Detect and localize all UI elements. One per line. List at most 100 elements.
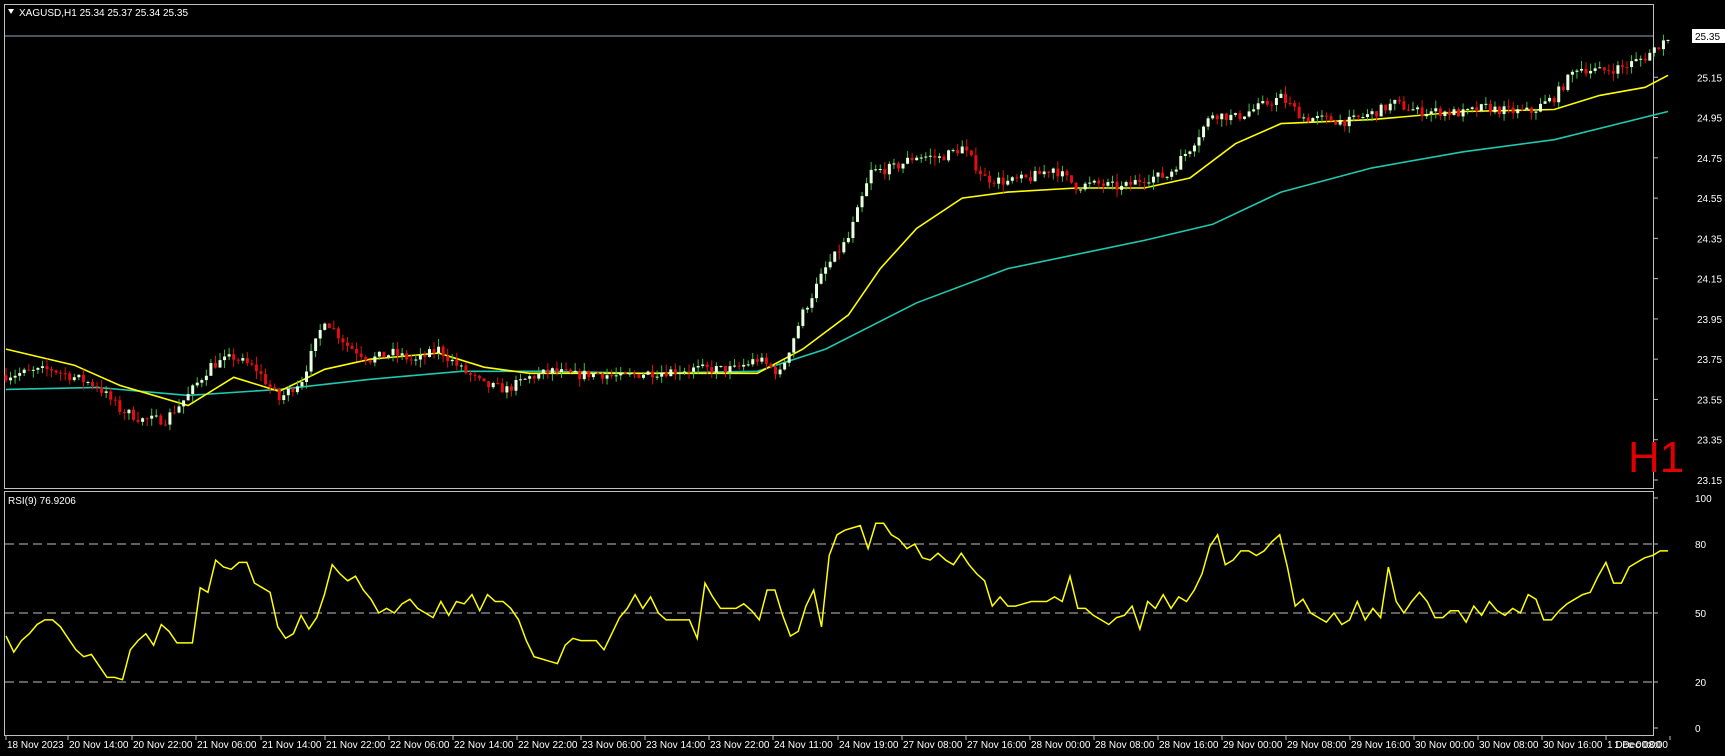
candle-body	[1561, 86, 1565, 91]
candle-body	[1634, 59, 1638, 62]
candle-body	[1161, 172, 1165, 178]
candle-body	[91, 381, 95, 386]
candle-body	[1502, 106, 1506, 115]
candle-body	[1375, 111, 1379, 117]
candle-body	[209, 363, 213, 376]
candle-body	[805, 307, 809, 310]
candle-body	[136, 419, 140, 422]
candle-body	[1520, 109, 1524, 111]
candle-body	[1498, 106, 1502, 115]
time-tick-label: 22 Nov 22:00	[518, 740, 578, 751]
candle-body	[113, 399, 117, 401]
candle-body	[951, 150, 955, 152]
rsi-tick-label: 100	[1695, 494, 1712, 505]
candle-body	[1070, 175, 1074, 183]
candle-body	[286, 388, 290, 396]
candle-body	[1315, 116, 1319, 119]
candle-body	[655, 376, 659, 378]
candle-body	[1347, 116, 1351, 127]
candle-body	[1602, 67, 1606, 71]
time-tick-label: 28 Nov 00:00	[1031, 740, 1091, 751]
candle-body	[869, 169, 873, 184]
candle-body	[122, 412, 126, 414]
candle-body	[172, 412, 176, 414]
candle-body	[1488, 103, 1492, 113]
candle-body	[983, 174, 987, 176]
candle-body	[168, 412, 172, 425]
candle-body	[314, 338, 318, 351]
time-tick-label: 22 Nov 14:00	[454, 740, 514, 751]
candle-body	[1101, 183, 1105, 186]
candle-body	[478, 375, 482, 379]
time-tick-label: 30 Nov 00:00	[1415, 740, 1475, 751]
candle-body	[1261, 101, 1265, 104]
symbol-header: XAGUSD,H1 25.34 25.37 25.34 25.35	[19, 8, 188, 19]
candle-body	[254, 364, 258, 372]
candle-body	[1338, 119, 1342, 125]
candle-body	[1192, 145, 1196, 152]
candle-body	[1589, 70, 1593, 74]
candle-body	[236, 359, 240, 361]
price-tick-label: 23.35	[1697, 436, 1722, 447]
candle-body	[1343, 119, 1347, 127]
candle-body	[1120, 185, 1124, 190]
candle-body	[1302, 117, 1306, 119]
candle-body	[1534, 111, 1538, 113]
candle-body	[1047, 171, 1051, 173]
candle-body	[978, 170, 982, 175]
candle-body	[496, 382, 500, 384]
candle-body	[1539, 103, 1543, 112]
candle-body	[1306, 117, 1310, 122]
candle-body	[1516, 109, 1520, 114]
candle-body	[742, 364, 746, 367]
candle-body	[573, 370, 577, 373]
time-tick-label: 30 Nov 16:00	[1543, 740, 1603, 751]
candle-body	[386, 355, 390, 358]
candle-body	[414, 359, 418, 361]
candle-body	[988, 175, 992, 183]
candle-body	[528, 376, 532, 379]
candle-body	[1593, 68, 1597, 71]
candle-body	[1142, 182, 1146, 184]
candle-body	[163, 424, 167, 426]
candle-body	[1129, 182, 1133, 185]
candle-body	[1202, 126, 1206, 138]
candle-body	[801, 309, 805, 326]
candle-body	[514, 379, 518, 391]
candle-body	[264, 373, 268, 385]
current-price-label: 25.35	[1695, 32, 1720, 43]
candle-body	[1434, 108, 1438, 112]
candle-body	[1475, 107, 1479, 112]
candle-body	[355, 348, 359, 354]
candle-body	[710, 367, 714, 373]
candle-body	[910, 157, 914, 161]
candle-body	[1666, 39, 1670, 41]
candle-body	[1466, 108, 1470, 110]
candle-body	[368, 360, 372, 363]
rsi-pane: RSI(9) 76.9206 100 80 50 20 0	[4, 491, 1712, 736]
candle-body	[646, 371, 650, 375]
candle-body	[865, 183, 869, 197]
candle-body	[637, 374, 641, 378]
candle-body	[833, 251, 837, 262]
candle-body	[1156, 172, 1160, 177]
candle-body	[796, 325, 800, 339]
candle-body	[127, 409, 131, 414]
candle-body	[1652, 47, 1656, 53]
rsi-tick-label: 0	[1695, 724, 1701, 735]
price-tick-label: 25.15	[1697, 73, 1722, 84]
candle-body	[1598, 67, 1602, 69]
candle-body	[4, 375, 8, 381]
price-tick-label: 24.55	[1697, 194, 1722, 205]
candle-body	[1384, 104, 1388, 111]
candle-body	[100, 387, 104, 393]
candle-body	[36, 367, 40, 370]
candle-body	[377, 351, 381, 357]
candle-body	[77, 374, 81, 378]
candle-body	[1252, 109, 1256, 112]
timeframe-badge: H1	[1628, 433, 1684, 482]
candle-body	[1151, 176, 1155, 183]
candle-body	[1584, 68, 1588, 74]
candle-body	[1265, 101, 1269, 105]
candle-body	[1461, 109, 1465, 117]
